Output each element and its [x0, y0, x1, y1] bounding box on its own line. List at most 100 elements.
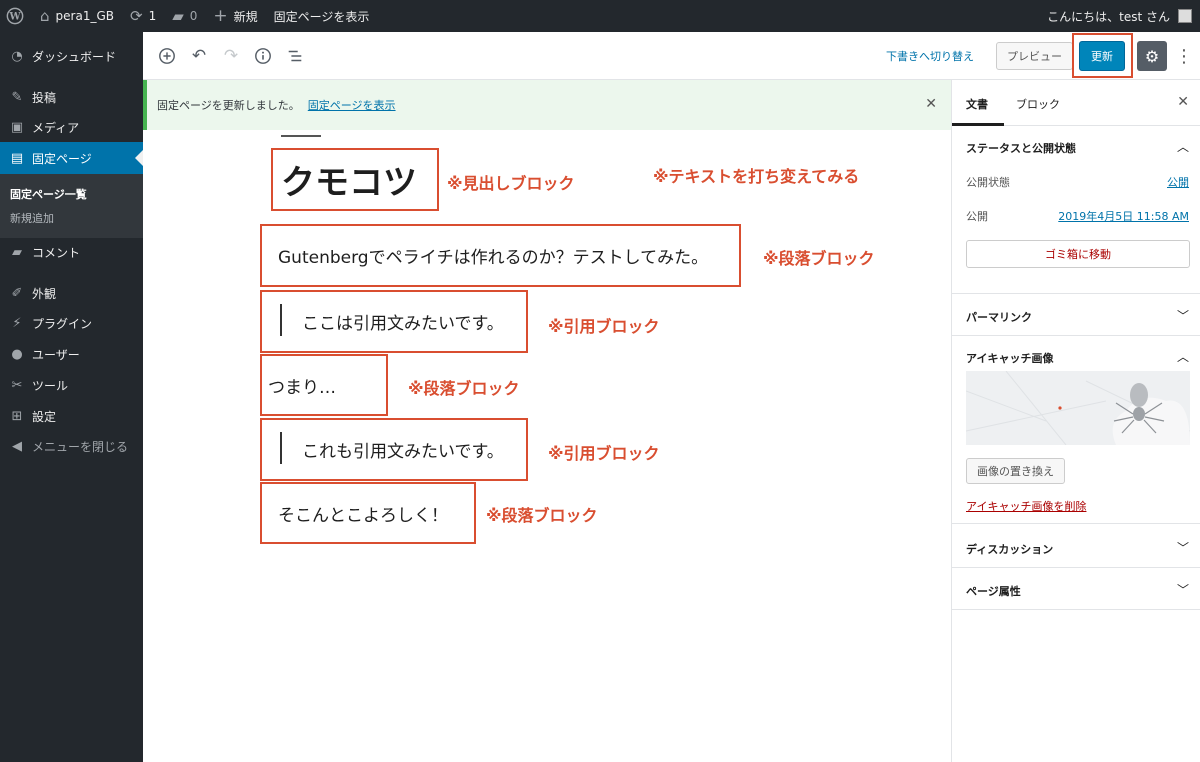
permalink-section[interactable]: パーマリンク ﹀: [952, 294, 1200, 336]
sidebar-item-label: プラグイン: [32, 316, 93, 331]
paragraph-block-2[interactable]: つまり…: [260, 354, 388, 416]
replace-image-button[interactable]: 画像の置き換え: [966, 458, 1065, 484]
redo-button[interactable]: ↷: [219, 44, 243, 68]
paragraph-text-1[interactable]: Gutenbergでペライチは作れるのか？テストしてみた。: [262, 243, 708, 268]
sidebar-item-label: コメント: [32, 245, 81, 260]
undo-icon: ↶: [191, 46, 207, 66]
media-icon: ▣: [10, 119, 24, 135]
pages-submenu: 固定ページ一覧 新規追加: [0, 174, 143, 238]
sidebar-item-appearance[interactable]: ✐ 外観: [0, 277, 143, 309]
view-page-link[interactable]: 固定ページを表示: [266, 0, 378, 32]
close-panel-icon[interactable]: ✕: [1177, 94, 1189, 110]
featured-image-title[interactable]: アイキャッチ画像: [966, 350, 1053, 366]
wordpress-logo-icon[interactable]: W: [0, 0, 32, 32]
view-page-label: 固定ページを表示: [273, 9, 370, 24]
comment-bubble-icon: ▰: [172, 7, 184, 25]
title-indicator: [281, 135, 321, 137]
visibility-value[interactable]: 公開: [1167, 174, 1189, 190]
tab-document[interactable]: 文書: [966, 96, 988, 112]
plus-icon: +: [213, 6, 228, 26]
status-section-title[interactable]: ステータスと公開状態: [966, 140, 1076, 156]
heading-text[interactable]: クモコツ: [273, 155, 417, 204]
update-notice: 固定ページを更新しました。 固定ページを表示 ✕: [143, 80, 951, 130]
page-attributes-section[interactable]: ページ属性 ﹀: [952, 568, 1200, 610]
comments-count: 0: [189, 9, 198, 23]
paragraph-text-2[interactable]: つまり…: [262, 373, 336, 398]
comments-link[interactable]: ▰ 0: [164, 0, 205, 32]
notice-view-page-link[interactable]: 固定ページを表示: [308, 97, 396, 113]
greeting: こんにちは、test さん: [1047, 9, 1170, 24]
list-icon: [288, 50, 302, 62]
add-block-button[interactable]: [155, 44, 179, 68]
quote-block-2[interactable]: これも引用文みたいです。: [260, 418, 528, 481]
paragraph-text-3[interactable]: そこんとこよろしく！: [262, 501, 448, 526]
sidebar-item-tools[interactable]: ✂ ツール: [0, 369, 143, 401]
sidebar-item-label: メニューを閉じる: [32, 439, 129, 454]
settings-icon: ⊞: [11, 408, 23, 424]
dashboard-icon: ◔: [11, 48, 23, 64]
annotation-quote-2: ※引用ブロック: [548, 444, 660, 463]
featured-image[interactable]: [966, 371, 1190, 445]
chevron-down-icon: ﹀: [1176, 583, 1189, 597]
sidebar-item-users[interactable]: ● ユーザー: [0, 338, 143, 370]
annotation-paragraph-3: ※段落ブロック: [486, 506, 598, 525]
gear-icon: ⚙: [1144, 46, 1160, 66]
more-menu-button[interactable]: ⋮: [1175, 42, 1193, 70]
sidebar-item-collapse[interactable]: ◀ メニューを閉じる: [0, 430, 143, 462]
sidebar-item-label: メディア: [32, 120, 80, 135]
collapse-icon: ◀: [12, 438, 22, 454]
submenu-all-pages[interactable]: 固定ページ一覧: [10, 186, 87, 202]
pin-icon: ✎: [11, 89, 23, 105]
submenu-add-new[interactable]: 新規追加: [10, 210, 54, 226]
update-button[interactable]: 更新: [1079, 41, 1125, 71]
undo-button[interactable]: ↶: [187, 44, 211, 68]
sidebar-item-label: 投稿: [32, 90, 57, 105]
heading-block[interactable]: クモコツ: [271, 148, 439, 211]
editor-header: ↶ ↷ 下書きへ切り替え プレビュー 更新 ⚙ ⋮: [143, 32, 1200, 80]
remove-featured-image-link[interactable]: アイキャッチ画像を削除: [966, 498, 1086, 514]
featured-image-section: アイキャッチ画像 ︿ 画像の置き換え アイキャッチ画像を削除: [952, 336, 1200, 524]
notice-message: 固定ページを更新しました。: [157, 99, 300, 112]
site-name-link[interactable]: ⌂ pera1_GB: [32, 0, 122, 32]
quote-border: [280, 304, 282, 336]
sidebar-item-pages[interactable]: ▤ 固定ページ: [0, 142, 143, 174]
paragraph-block-1[interactable]: Gutenbergでペライチは作れるのか？テストしてみた。: [260, 224, 741, 287]
paragraph-block-3[interactable]: そこんとこよろしく！: [260, 482, 476, 544]
quote-text-2[interactable]: これも引用文みたいです。: [262, 437, 504, 462]
tab-block[interactable]: ブロック: [1016, 96, 1060, 112]
move-to-trash-button[interactable]: ゴミ箱に移動: [966, 240, 1190, 268]
publish-date[interactable]: 2019年4月5日 11:58 AM: [1058, 208, 1189, 224]
discussion-section[interactable]: ディスカッション ﹀: [952, 526, 1200, 568]
preview-button[interactable]: プレビュー: [996, 42, 1073, 70]
new-content-link[interactable]: + 新規: [205, 0, 265, 32]
page-attributes-title: ページ属性: [966, 585, 1021, 598]
settings-sidebar: 文書 ブロック ✕ ステータスと公開状態 ︿ 公開状態 公開 公開 2019年4…: [951, 80, 1200, 762]
info-icon: [255, 48, 271, 64]
sidebar-item-label: 固定ページ: [32, 151, 92, 166]
sidebar-item-plugins[interactable]: ⚡ プラグイン: [0, 307, 143, 339]
updates-link[interactable]: ⟳ 1: [122, 0, 164, 32]
sidebar-item-posts[interactable]: ✎ 投稿: [0, 81, 143, 113]
redo-icon: ↷: [223, 46, 239, 66]
sidebar-item-settings[interactable]: ⊞ 設定: [0, 400, 143, 432]
panel-tabs: 文書 ブロック ✕: [952, 80, 1200, 126]
settings-button[interactable]: ⚙: [1137, 41, 1167, 71]
sidebar-item-label: 外観: [32, 286, 57, 301]
content-info-button[interactable]: [251, 44, 275, 68]
sidebar-item-dashboard[interactable]: ◔ ダッシュボード: [0, 40, 143, 72]
quote-block-1[interactable]: ここは引用文みたいです。: [260, 290, 528, 353]
sidebar-item-media[interactable]: ▣ メディア: [0, 111, 143, 143]
updates-count: 1: [148, 9, 157, 23]
my-account[interactable]: こんにちは、test さん: [1047, 0, 1192, 32]
sidebar-item-comments[interactable]: ▰ コメント: [0, 236, 143, 268]
permalink-title: パーマリンク: [966, 311, 1032, 324]
visibility-label: 公開状態: [966, 176, 1010, 189]
block-navigation-button[interactable]: [283, 44, 307, 68]
home-icon: ⌂: [40, 7, 50, 25]
chevron-up-icon[interactable]: ︿: [1177, 348, 1189, 365]
sidebar-item-label: ユーザー: [32, 347, 80, 362]
quote-text-1[interactable]: ここは引用文みたいです。: [262, 309, 504, 334]
switch-to-draft-link[interactable]: 下書きへ切り替え: [886, 48, 974, 64]
notice-close-icon[interactable]: ✕: [925, 96, 937, 112]
chevron-up-icon[interactable]: ︿: [1177, 138, 1189, 155]
